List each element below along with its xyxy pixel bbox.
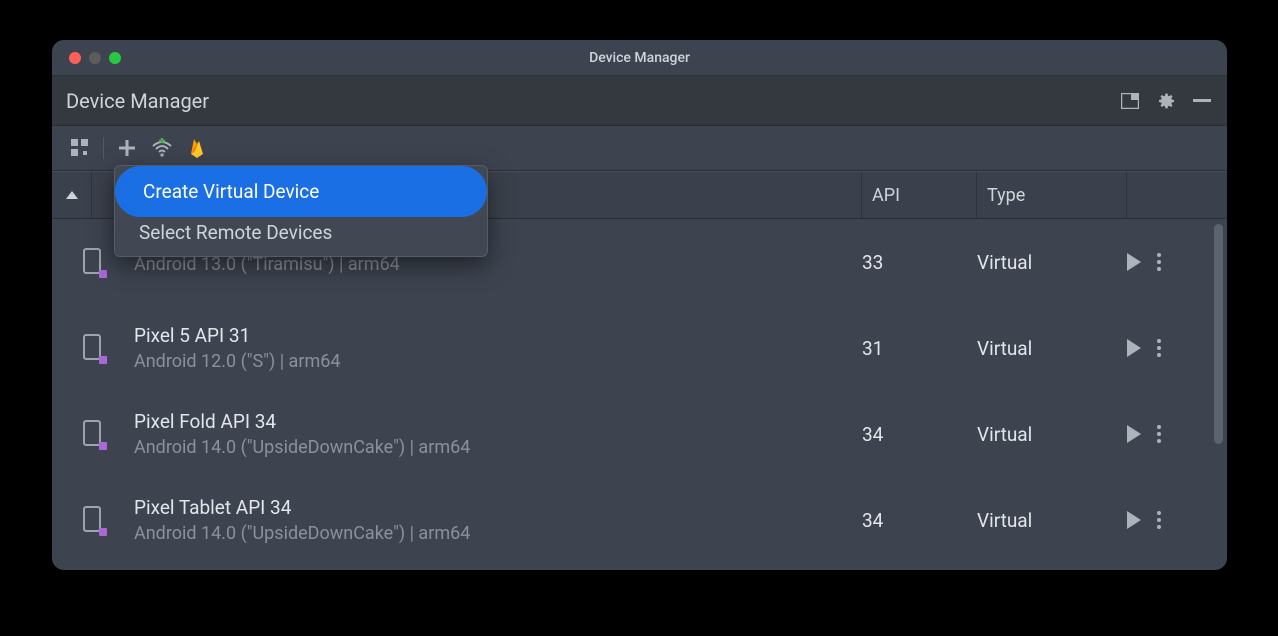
device-type: Virtual [977,509,1127,532]
panel-header: Device Manager [52,76,1227,126]
table-row[interactable]: Pixel 5 API 31 Android 12.0 ("S") | arm6… [52,305,1227,391]
toolbar-separator [103,137,104,159]
vertical-scrollbar[interactable] [1214,224,1223,444]
device-actions [1127,253,1227,271]
device-api: 34 [862,423,977,446]
device-actions [1127,339,1227,357]
window-title: Device Manager [589,50,690,66]
phone-icon [83,506,103,534]
device-type: Virtual [977,423,1127,446]
wifi-pair-icon[interactable] [146,132,178,164]
device-table-body: Android 13.0 ("Tiramisu") | arm64 33 Vir… [52,219,1227,563]
sort-ascending-icon [66,191,78,199]
more-icon[interactable] [1157,425,1161,443]
device-subtitle: Android 14.0 ("UpsideDownCake") | arm64 [134,523,862,544]
close-window-button[interactable] [69,52,81,64]
device-api: 33 [862,251,977,274]
table-row[interactable]: Pixel Tablet API 34 Android 14.0 ("Upsid… [52,477,1227,563]
api-column-header[interactable]: API [862,172,977,218]
firebase-icon[interactable] [181,132,213,164]
play-icon[interactable] [1127,253,1141,271]
select-remote-devices-item[interactable]: Select Remote Devices [115,213,487,252]
maximize-window-button[interactable] [109,52,121,64]
device-api: 31 [862,337,977,360]
phone-icon [83,248,103,276]
add-device-dropdown: Create Virtual Device Select Remote Devi… [114,165,488,257]
table-row[interactable]: Pixel Fold API 34 Android 14.0 ("UpsideD… [52,391,1227,477]
device-name: Pixel 5 API 31 [134,324,862,347]
panel-title: Device Manager [66,89,1119,113]
device-name: Pixel Tablet API 34 [134,496,862,519]
titlebar: Device Manager [52,40,1227,76]
panel-actions [1119,90,1213,112]
minimize-window-button[interactable] [89,52,101,64]
gear-icon[interactable] [1155,90,1177,112]
device-icon-cell [52,420,134,448]
device-info: Pixel Tablet API 34 Android 14.0 ("Upsid… [134,496,862,544]
type-column-header[interactable]: Type [977,172,1127,218]
phone-icon [83,420,103,448]
traffic-lights [52,52,121,64]
device-info: Pixel 5 API 31 Android 12.0 ("S") | arm6… [134,324,862,372]
play-icon[interactable] [1127,339,1141,357]
minimize-panel-icon[interactable] [1191,90,1213,112]
more-icon[interactable] [1157,511,1161,529]
device-actions [1127,425,1227,443]
actions-column-header [1127,172,1227,218]
device-manager-window: Device Manager Device Manager [52,40,1227,570]
device-api: 34 [862,509,977,532]
dock-icon[interactable] [1119,90,1141,112]
play-icon[interactable] [1127,511,1141,529]
sort-column-header[interactable] [52,172,92,218]
play-icon[interactable] [1127,425,1141,443]
device-icon-cell [52,506,134,534]
device-type: Virtual [977,251,1127,274]
more-icon[interactable] [1157,339,1161,357]
toolbar: Create Virtual Device Select Remote Devi… [52,126,1227,171]
phone-icon [83,334,103,362]
device-subtitle: Android 12.0 ("S") | arm64 [134,351,862,372]
device-actions [1127,511,1227,529]
more-icon[interactable] [1157,253,1161,271]
device-icon-cell [52,334,134,362]
grid-view-icon[interactable] [64,132,96,164]
device-info: Pixel Fold API 34 Android 14.0 ("UpsideD… [134,410,862,458]
add-device-icon[interactable] [111,132,143,164]
device-subtitle: Android 14.0 ("UpsideDownCake") | arm64 [134,437,862,458]
create-virtual-device-item[interactable]: Create Virtual Device [119,170,483,213]
device-type: Virtual [977,337,1127,360]
device-name: Pixel Fold API 34 [134,410,862,433]
